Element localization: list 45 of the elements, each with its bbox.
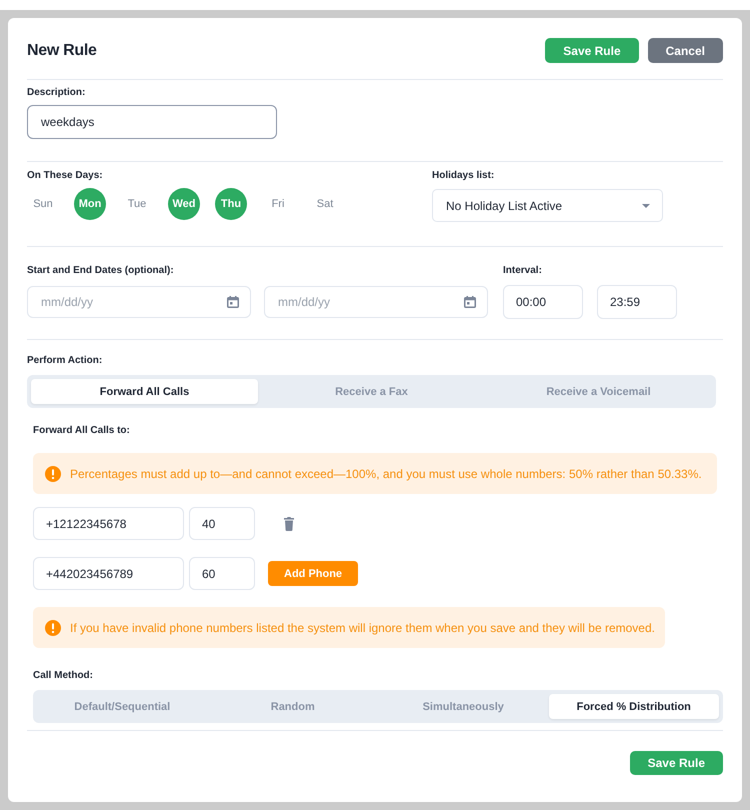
time-field[interactable]: 00:00 bbox=[503, 285, 583, 319]
field-label: Call Method: bbox=[33, 670, 93, 682]
form-title: New Rule bbox=[27, 42, 97, 60]
calendar-icon[interactable] bbox=[464, 296, 476, 308]
field-label: On These Days: bbox=[27, 170, 103, 182]
field-label: Description: bbox=[27, 87, 86, 99]
phone-field[interactable]: +442023456789 bbox=[33, 557, 184, 590]
field-label: Forward All Calls to: bbox=[33, 425, 130, 437]
caret-icon bbox=[642, 204, 650, 208]
save-button[interactable]: Save Rule bbox=[545, 38, 639, 63]
holiday-select[interactable]: No Holiday List Active bbox=[432, 189, 663, 222]
phone-field[interactable]: +12122345678 bbox=[33, 507, 184, 540]
call-method-tab[interactable]: Random bbox=[208, 694, 378, 719]
field-label: Interval: bbox=[503, 265, 542, 277]
action-tab[interactable]: Forward All Calls bbox=[31, 379, 258, 404]
call-method-tab[interactable]: Forced % Distribution bbox=[548, 694, 719, 719]
day-toggle[interactable]: Mon bbox=[74, 188, 106, 220]
day-toggle[interactable]: Fri bbox=[262, 188, 294, 220]
description-field[interactable]: weekdays bbox=[27, 105, 277, 139]
warning-icon bbox=[45, 466, 61, 482]
day-toggle[interactable]: Sun bbox=[27, 188, 59, 220]
day-toggle[interactable]: Sat bbox=[309, 188, 341, 220]
trash-icon[interactable] bbox=[284, 516, 294, 530]
call-method-tab[interactable]: Default/Sequential bbox=[37, 694, 208, 719]
cancel-button[interactable]: Cancel bbox=[648, 38, 723, 63]
calendar-icon[interactable] bbox=[227, 296, 239, 308]
field-label: Perform Action: bbox=[27, 355, 102, 367]
percent-field[interactable]: 40 bbox=[189, 507, 255, 540]
warning-text: If you have invalid phone numbers listed the system will ignore them when you save and they will be removed. bbox=[70, 620, 655, 634]
day-toggle[interactable]: Wed bbox=[168, 188, 200, 220]
warning-text: Percentages must add up to—and cannot exceed—100%, and you must use whole numbers: 50% rather than 50.33%. bbox=[70, 466, 702, 480]
percent-field[interactable]: 60 bbox=[189, 557, 255, 590]
day-toggle[interactable]: Tue bbox=[121, 188, 153, 220]
action-tab[interactable]: Receive a Fax bbox=[258, 379, 485, 404]
field-label: Holidays list: bbox=[432, 170, 494, 182]
field-label: Start and End Dates (optional): bbox=[27, 265, 174, 277]
add-phone-button[interactable]: Add Phone bbox=[268, 561, 358, 586]
save-button[interactable]: Save Rule bbox=[630, 751, 723, 775]
date-field[interactable]: mm/dd/yy bbox=[264, 286, 488, 318]
date-field[interactable]: mm/dd/yy bbox=[27, 286, 251, 318]
day-toggle[interactable]: Thu bbox=[215, 188, 247, 220]
warning-icon bbox=[45, 620, 61, 636]
action-tab[interactable]: Receive a Voicemail bbox=[485, 379, 712, 404]
time-field[interactable]: 23:59 bbox=[597, 285, 677, 319]
call-method-tab[interactable]: Simultaneously bbox=[378, 694, 548, 719]
